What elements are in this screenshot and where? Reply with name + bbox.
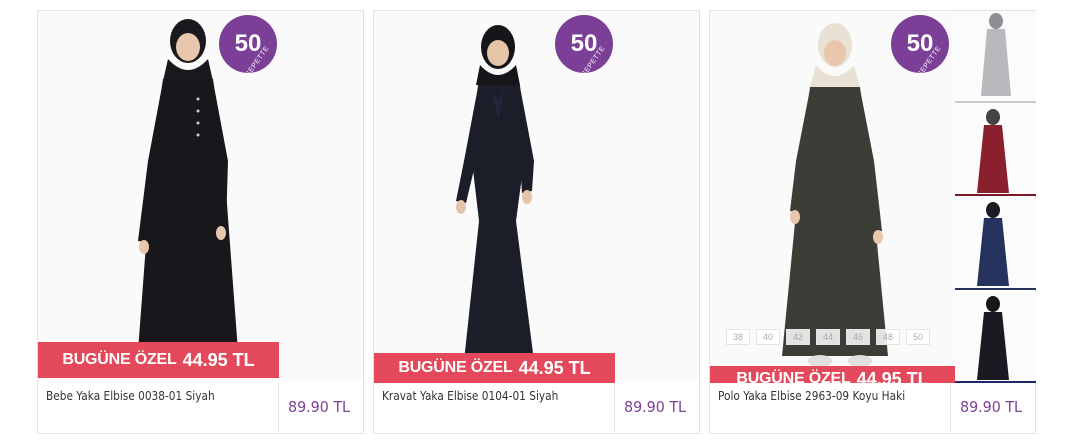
divider <box>950 383 951 431</box>
variant-underline <box>955 287 1036 290</box>
size-option[interactable]: 42 <box>786 329 810 345</box>
divider <box>278 383 279 431</box>
discount-badge: 50 SEPETTE <box>219 15 277 78</box>
size-option[interactable]: 44 <box>816 329 840 345</box>
variant-underline <box>955 194 1036 196</box>
color-variant-thumb[interactable] <box>955 11 1036 103</box>
regular-price: 89.90 TL <box>624 398 686 416</box>
color-variant-thumb[interactable] <box>955 291 1036 383</box>
ribbon-label: BUGÜNE ÖZEL <box>398 359 513 376</box>
discount-badge: 50 SEPETTE <box>555 15 613 78</box>
sale-ribbon: BUGÜNE ÖZEL 44.95 TL <box>374 353 615 383</box>
sale-ribbon: BUGÜNE ÖZEL 44.95 TL <box>38 342 279 378</box>
size-option[interactable]: 50 <box>906 329 930 345</box>
product-card[interactable]: 50 SEPETTE BUGÜNE ÖZEL 44.95 TL Bebe Yak… <box>37 10 364 434</box>
divider <box>614 383 615 431</box>
variant-underline <box>955 381 1036 383</box>
size-option[interactable]: 46 <box>846 329 870 345</box>
size-option[interactable]: 48 <box>876 329 900 345</box>
product-image[interactable]: 50 SEPETTE <box>38 11 363 381</box>
sale-ribbon: BUGÜNE ÖZEL 44.95 TL <box>710 366 955 383</box>
product-card[interactable]: 50 SEPETTE BUGÜNE ÖZEL 44.95 TL Kravat Y… <box>373 10 700 434</box>
product-image[interactable]: 50 SEPETTE <box>374 11 699 381</box>
color-variant-list <box>955 11 1036 383</box>
size-option[interactable]: 40 <box>756 329 780 345</box>
size-option[interactable]: 38 <box>726 329 750 345</box>
color-variant-thumb[interactable] <box>955 104 1036 196</box>
product-image[interactable]: 50 SEPETTE 38 40 42 44 46 48 50 <box>710 11 955 381</box>
regular-price: 89.90 TL <box>960 398 1022 416</box>
sale-price: 44.95 TL <box>182 349 255 370</box>
product-name[interactable]: Bebe Yaka Elbise 0038-01 Siyah <box>46 389 215 403</box>
sale-price: 44.95 TL <box>518 357 591 378</box>
color-variant-thumb[interactable] <box>955 198 1036 290</box>
discount-badge: 50 SEPETTE <box>891 15 949 78</box>
regular-price: 89.90 TL <box>288 398 350 416</box>
variant-underline <box>955 100 1036 103</box>
product-card[interactable]: 50 SEPETTE 38 40 42 44 46 48 50 BUGÜNE Ö… <box>709 10 1036 434</box>
ribbon-label: BUGÜNE ÖZEL <box>736 370 851 383</box>
product-name[interactable]: Kravat Yaka Elbise 0104-01 Siyah <box>382 389 558 403</box>
product-name[interactable]: Polo Yaka Elbise 2963-09 Koyu Haki <box>718 389 905 403</box>
ribbon-label: BUGÜNE ÖZEL <box>62 351 177 368</box>
product-grid: 50 SEPETTE BUGÜNE ÖZEL 44.95 TL Bebe Yak… <box>0 0 1081 441</box>
size-selector: 38 40 42 44 46 48 50 <box>726 329 930 345</box>
sale-price: 44.95 TL <box>856 369 929 383</box>
